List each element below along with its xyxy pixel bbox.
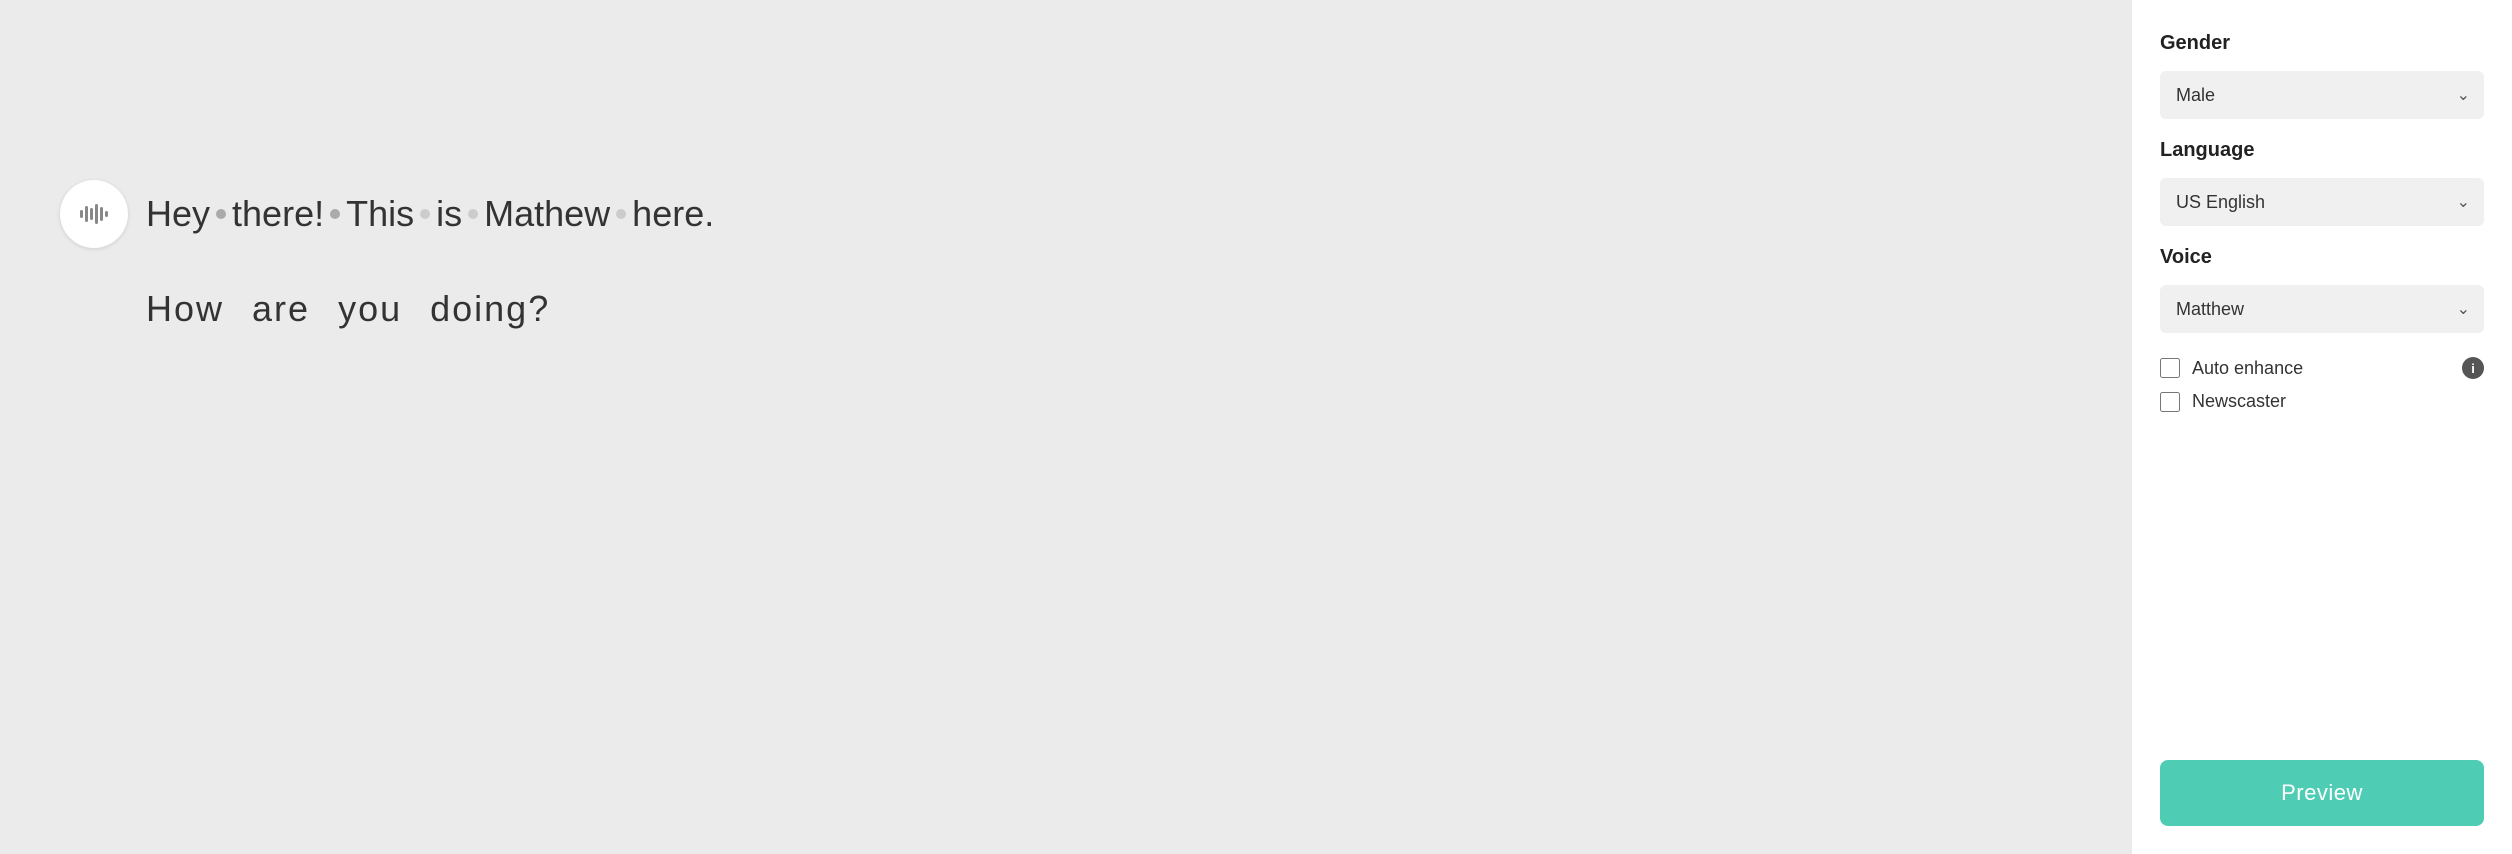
newscaster-checkbox[interactable] — [2160, 392, 2180, 412]
auto-enhance-label[interactable]: Auto enhance — [2192, 358, 2303, 379]
auto-enhance-row: Auto enhance i — [2160, 357, 2484, 379]
voice-label: Voice — [2160, 246, 2484, 269]
gender-section: Gender Male Female ⌄ — [2160, 32, 2484, 119]
gender-select[interactable]: Male Female — [2160, 71, 2484, 119]
language-select[interactable]: US English UK English Australian English — [2160, 178, 2484, 226]
word-there: there! — [232, 193, 324, 235]
language-label: Language — [2160, 139, 2484, 162]
transcript-line-2: How are you doing? — [60, 288, 714, 330]
newscaster-row: Newscaster — [2160, 391, 2484, 412]
voice-section: Voice Matthew Joanna Salli ⌄ — [2160, 246, 2484, 333]
audio-waveform-icon[interactable] — [60, 180, 128, 248]
word-mathew: Mathew — [484, 193, 610, 235]
gender-select-wrapper: Male Female ⌄ — [2160, 71, 2484, 119]
voice-select[interactable]: Matthew Joanna Salli — [2160, 285, 2484, 333]
language-section: Language US English UK English Australia… — [2160, 139, 2484, 226]
auto-enhance-info-icon[interactable]: i — [2462, 357, 2484, 379]
word-hey: Hey — [146, 193, 210, 235]
auto-enhance-checkbox[interactable] — [2160, 358, 2180, 378]
word-are: are — [252, 288, 310, 330]
settings-panel: Gender Male Female ⌄ Language US English… — [2132, 0, 2512, 854]
gender-label: Gender — [2160, 32, 2484, 55]
voice-select-wrapper: Matthew Joanna Salli ⌄ — [2160, 285, 2484, 333]
panel-spacer — [2160, 432, 2484, 740]
preview-button[interactable]: Preview — [2160, 760, 2484, 826]
main-content-area: Hey there! Thisis Mathew here. How are you d… — [0, 0, 2132, 854]
word-here: here. — [632, 193, 714, 235]
word-is: is — [436, 193, 462, 235]
word-you: you — [338, 288, 402, 330]
audio-text-row: Hey there! Thisis Mathew here. — [60, 180, 714, 248]
word-this: This — [346, 193, 414, 235]
transcript-line-1: Hey there! Thisis Mathew here. — [146, 193, 714, 235]
word-how: How — [146, 288, 224, 330]
newscaster-label[interactable]: Newscaster — [2192, 391, 2286, 412]
transcript-content: Hey there! Thisis Mathew here. How are you d… — [60, 180, 714, 330]
word-doing: doing? — [430, 288, 550, 330]
language-select-wrapper: US English UK English Australian English… — [2160, 178, 2484, 226]
checkboxes-section: Auto enhance i Newscaster — [2160, 353, 2484, 412]
